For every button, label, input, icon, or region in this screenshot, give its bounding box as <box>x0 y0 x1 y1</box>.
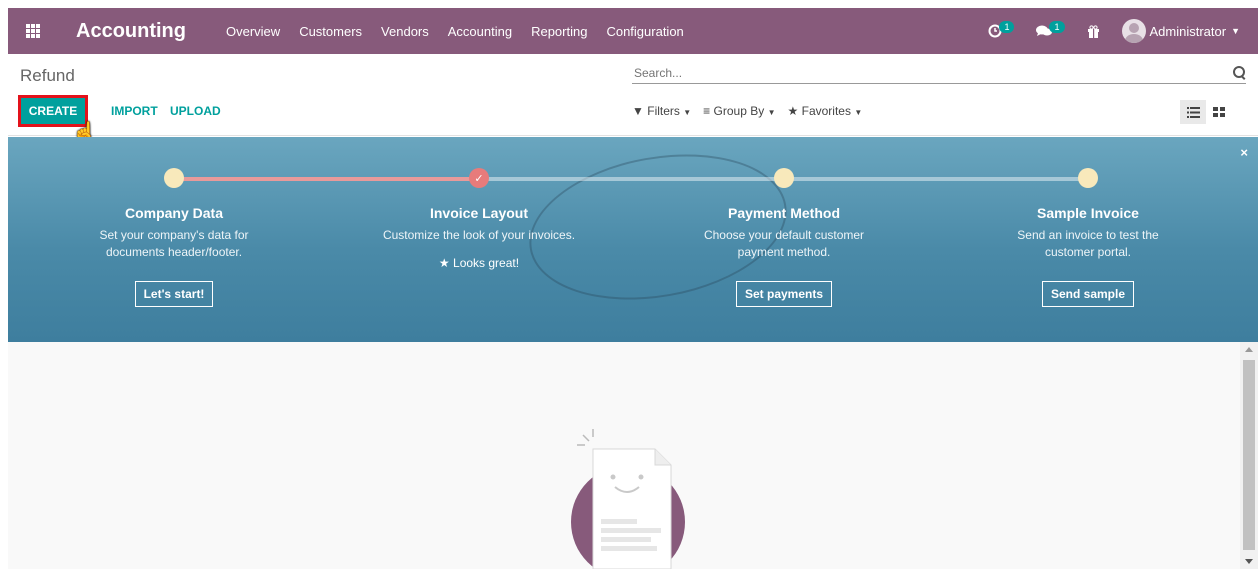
scroll-up-arrow-icon[interactable] <box>1245 347 1253 352</box>
kanban-icon <box>1213 107 1225 117</box>
main-menu: Overview Customers Vendors Accounting Re… <box>226 24 684 39</box>
avatar <box>1121 19 1146 43</box>
gift-icon <box>1087 24 1099 38</box>
step-description: Choose your default customer <box>703 228 865 242</box>
close-icon[interactable]: × <box>1240 145 1248 160</box>
vertical-scrollbar[interactable] <box>1240 342 1258 569</box>
menu-vendors[interactable]: Vendors <box>381 24 429 39</box>
step-invoice-layout: Invoice Layout Customize the look of you… <box>349 205 609 272</box>
step-title: Invoice Layout <box>429 205 529 221</box>
star-icon: ★ <box>438 256 450 270</box>
group-by-dropdown[interactable]: ≡ Group By ▼ <box>703 104 775 118</box>
lets-start-button[interactable]: Let's start! <box>134 281 214 307</box>
empty-list-content <box>8 342 1240 569</box>
onboarding-banner: × ✓ Company Data Set your company's data… <box>8 137 1258 342</box>
menu-reporting[interactable]: Reporting <box>531 24 587 39</box>
step-description: Set your company's data for <box>99 228 249 242</box>
list-icon <box>1186 106 1200 118</box>
step-description: Customize the look of your invoices. <box>382 228 576 242</box>
scroll-thumb[interactable] <box>1243 360 1255 550</box>
step-description: Send an invoice to test the <box>1017 228 1159 242</box>
step-dot-company-data <box>164 168 184 188</box>
search-options: ▼ Filters ▼ ≡ Group By ▼ ★ Favorites ▼ <box>632 104 862 118</box>
step-company-data: Company Data Set your company's data for… <box>44 205 304 307</box>
step-payment-method: Payment Method Choose your default custo… <box>654 205 914 307</box>
activity-menu[interactable]: 1 <box>988 21 1015 38</box>
step-description: payment method. <box>737 245 831 259</box>
user-name: Administrator <box>1149 23 1227 39</box>
menu-overview[interactable]: Overview <box>226 24 280 39</box>
set-payments-button[interactable]: Set payments <box>735 281 833 307</box>
gift-menu[interactable] <box>1087 24 1100 38</box>
kanban-view-button[interactable] <box>1206 100 1232 124</box>
check-icon: ✓ <box>474 172 484 185</box>
activity-count-badge: 1 <box>999 21 1015 33</box>
caret-down-icon: ▼ <box>683 108 692 117</box>
menu-configuration[interactable]: Configuration <box>606 24 683 39</box>
step-dot-invoice-layout-done: ✓ <box>469 168 489 188</box>
messages-count-badge: 1 <box>1049 21 1065 33</box>
menu-customers[interactable]: Customers <box>299 24 362 39</box>
step-dot-sample-invoice <box>1078 168 1098 188</box>
filters-dropdown[interactable]: ▼ Filters ▼ <box>632 104 691 118</box>
messages-menu[interactable]: 1 <box>1036 21 1065 38</box>
caret-down-icon: ▼ <box>854 108 863 117</box>
group-by-label: Group By <box>713 104 765 118</box>
favorites-dropdown[interactable]: ★ Favorites ▼ <box>788 104 863 118</box>
step-title: Payment Method <box>727 205 840 221</box>
filters-label: Filters <box>647 104 680 118</box>
systray: 1 1 Administrator ▼ <box>988 19 1240 43</box>
top-navbar: Accounting Overview Customers Vendors Ac… <box>8 8 1258 54</box>
view-switcher <box>1180 100 1232 124</box>
apps-grid-icon[interactable] <box>26 24 40 38</box>
step-description: customer portal. <box>1044 245 1132 259</box>
looks-great-label: Looks great! <box>453 256 520 270</box>
import-button[interactable]: IMPORT <box>111 104 158 118</box>
control-panel: Refund CREATE IMPORT UPLOAD ▼ Filters ▼ … <box>8 54 1258 144</box>
app-window: Accounting Overview Customers Vendors Ac… <box>0 0 1258 569</box>
group-by-icon: ≡ <box>703 104 711 118</box>
step-title: Sample Invoice <box>1037 205 1139 221</box>
favorites-label: Favorites <box>801 104 851 118</box>
step-done-label: ★ Looks great! <box>439 256 519 270</box>
list-view-button[interactable] <box>1180 100 1206 124</box>
user-menu[interactable]: Administrator ▼ <box>1121 19 1240 43</box>
step-sample-invoice: Sample Invoice Send an invoice to test t… <box>958 205 1218 307</box>
step-description: documents header/footer. <box>105 245 243 259</box>
empty-document-illustration <box>571 429 685 569</box>
upload-button[interactable]: UPLOAD <box>170 104 221 118</box>
caret-down-icon: ▼ <box>1231 26 1240 36</box>
step-title: Company Data <box>124 205 224 221</box>
step-dot-payment-method <box>774 168 794 188</box>
filter-icon: ▼ <box>632 104 644 118</box>
app-title[interactable]: Accounting <box>76 20 186 43</box>
star-icon: ★ <box>787 104 799 118</box>
progress-track-done <box>182 177 486 181</box>
search-input[interactable] <box>632 65 1192 80</box>
search-icon[interactable] <box>1233 66 1246 79</box>
breadcrumb: Refund <box>20 66 75 85</box>
scroll-down-arrow-icon[interactable] <box>1245 559 1253 564</box>
send-sample-button[interactable]: Send sample <box>1041 281 1135 307</box>
menu-accounting[interactable]: Accounting <box>448 24 512 39</box>
caret-down-icon: ▼ <box>767 108 776 117</box>
search-bar <box>632 62 1246 84</box>
